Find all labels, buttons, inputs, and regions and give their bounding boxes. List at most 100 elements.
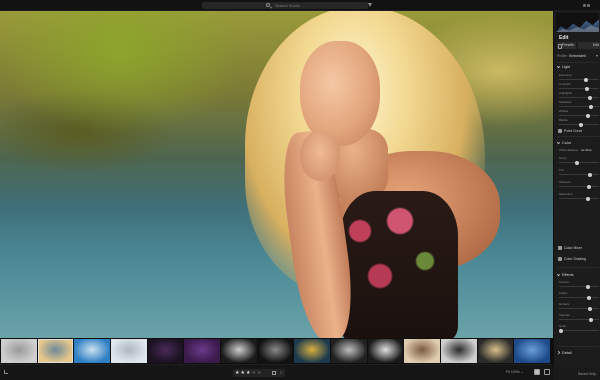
chevron-right-icon bbox=[556, 350, 561, 355]
star-icon[interactable]: ★ bbox=[257, 370, 262, 376]
slider-vibrance[interactable]: Vibrance bbox=[559, 180, 599, 189]
slider-knob[interactable] bbox=[586, 196, 591, 201]
slider-knob[interactable] bbox=[586, 113, 590, 118]
slider-knob[interactable] bbox=[587, 95, 592, 100]
slider-knob[interactable] bbox=[584, 86, 589, 91]
filmstrip-thumbnail[interactable] bbox=[74, 339, 110, 363]
filmstrip-thumbnail[interactable] bbox=[147, 339, 184, 363]
section-light[interactable]: Light bbox=[556, 64, 599, 70]
profile-label: Profile bbox=[557, 54, 567, 58]
filmstrip-thumbnail[interactable] bbox=[404, 339, 440, 363]
filmstrip-thumbnail[interactable] bbox=[331, 339, 367, 363]
slider-knob[interactable] bbox=[586, 284, 591, 289]
slider-knob[interactable] bbox=[575, 160, 580, 165]
color-mixer-label: Color Mixer bbox=[564, 246, 582, 250]
slider-label: Texture bbox=[559, 280, 569, 284]
slider-exposure[interactable]: Exposure bbox=[559, 73, 599, 82]
slider-contrast[interactable]: Contrast bbox=[559, 82, 599, 91]
filmstrip-thumbnail[interactable] bbox=[37, 339, 74, 363]
point-curve-row[interactable]: Point Curve bbox=[557, 128, 599, 134]
slider-shadows[interactable]: Shadows bbox=[559, 100, 599, 109]
filmstrip-thumbnail[interactable] bbox=[367, 339, 404, 363]
filmstrip-thumbnail[interactable] bbox=[111, 339, 147, 363]
filmstrip-thumbnail[interactable] bbox=[257, 339, 294, 363]
chevron-down-icon bbox=[556, 272, 561, 277]
profile-dropdown[interactable]: Profile Embedded bbox=[557, 53, 599, 59]
slider-tint[interactable]: Tint bbox=[559, 168, 599, 177]
slider-grain[interactable]: Grain bbox=[559, 324, 599, 333]
filmstrip-thumbnail[interactable] bbox=[294, 339, 330, 363]
filmstrip-thumbnail[interactable] bbox=[184, 339, 220, 363]
slider-track[interactable] bbox=[559, 106, 599, 107]
slider-knob[interactable] bbox=[587, 172, 592, 177]
edit-button[interactable]: Edit bbox=[578, 42, 600, 49]
section-effects[interactable]: Effects bbox=[556, 272, 599, 278]
slider-knob[interactable] bbox=[584, 77, 589, 82]
filmstrip-thumbnail[interactable] bbox=[477, 339, 514, 363]
section-color[interactable]: Color bbox=[556, 140, 599, 146]
slider-blacks[interactable]: Blacks bbox=[559, 118, 599, 127]
slider-track[interactable] bbox=[559, 286, 599, 287]
color-mixer-row[interactable]: Color Mixer bbox=[557, 245, 599, 251]
slider-knob[interactable] bbox=[587, 295, 592, 300]
slider-label: Blacks bbox=[559, 118, 568, 122]
slider-knob[interactable] bbox=[587, 306, 592, 311]
slider-knob[interactable] bbox=[588, 104, 593, 109]
rating-control[interactable]: ★★★★★ ↑ 2 bbox=[233, 369, 285, 377]
slider-temp[interactable]: Temp bbox=[559, 156, 599, 165]
point-curve-label: Point Curve bbox=[564, 129, 583, 133]
filmstrip-thumbnail[interactable] bbox=[1, 339, 37, 363]
zoom-control[interactable]: Fit 100% ⌄ bbox=[506, 370, 524, 374]
slider-track[interactable] bbox=[559, 198, 599, 199]
filmstrip-toggle-icon[interactable] bbox=[4, 370, 8, 374]
photo-dress bbox=[340, 191, 458, 338]
section-detail-label: Detail bbox=[562, 351, 572, 355]
section-light-label: Light bbox=[562, 65, 571, 69]
slider-knob[interactable] bbox=[559, 328, 563, 333]
saved-only-label[interactable]: Saved Only bbox=[553, 368, 600, 380]
slider-knob[interactable] bbox=[587, 184, 592, 189]
slider-track[interactable] bbox=[559, 88, 599, 89]
histogram bbox=[556, 13, 599, 32]
slider-track[interactable] bbox=[559, 330, 599, 331]
slider-dehaze[interactable]: Dehaze bbox=[559, 302, 599, 311]
slider-whites[interactable]: Whites bbox=[559, 109, 599, 118]
divider bbox=[557, 62, 599, 63]
slider-knob[interactable] bbox=[578, 122, 583, 127]
slider-track[interactable] bbox=[559, 297, 599, 298]
slider-label: Clarity bbox=[559, 291, 568, 295]
slider-track[interactable] bbox=[559, 79, 599, 80]
filmstrip-thumbnail[interactable] bbox=[221, 339, 257, 363]
grid-view-icon[interactable] bbox=[534, 369, 540, 375]
photo-hand bbox=[300, 131, 340, 181]
slider-track[interactable] bbox=[559, 115, 599, 116]
color-grading-row[interactable]: Color Grading bbox=[557, 256, 599, 262]
slider-texture[interactable]: Texture bbox=[559, 280, 599, 289]
main-photo[interactable] bbox=[0, 11, 553, 338]
slider-track[interactable] bbox=[559, 186, 599, 187]
window-controls[interactable] bbox=[582, 3, 594, 7]
white-balance-row[interactable]: White Balance As Shot bbox=[559, 148, 599, 153]
slider-label: Grain bbox=[559, 324, 567, 328]
filter-icon[interactable] bbox=[368, 3, 372, 7]
slider-track[interactable] bbox=[559, 174, 599, 175]
slider-track[interactable] bbox=[559, 308, 599, 309]
filmstrip-thumbnail[interactable] bbox=[441, 339, 477, 363]
slider-label: Vibrance bbox=[559, 180, 571, 184]
slider-label: Exposure bbox=[559, 73, 572, 77]
presets-button[interactable]: Presets bbox=[557, 42, 576, 49]
slider-track[interactable] bbox=[559, 319, 599, 320]
slider-vignette[interactable]: Vignette bbox=[559, 313, 599, 322]
slider-saturation[interactable]: Saturation bbox=[559, 192, 599, 201]
slider-highlights[interactable]: Highlights bbox=[559, 91, 599, 100]
filmstrip-thumbnail[interactable] bbox=[514, 339, 550, 363]
chevron-down-icon bbox=[596, 55, 598, 57]
compare-view-icon[interactable] bbox=[544, 369, 550, 375]
slider-track[interactable] bbox=[559, 97, 599, 98]
divider bbox=[557, 136, 599, 137]
slider-knob[interactable] bbox=[588, 317, 593, 322]
section-detail[interactable]: Detail bbox=[556, 350, 599, 356]
top-bar: Search Studio bbox=[0, 0, 600, 11]
slider-clarity[interactable]: Clarity bbox=[559, 291, 599, 300]
search-bar[interactable]: Search Studio bbox=[202, 2, 372, 9]
